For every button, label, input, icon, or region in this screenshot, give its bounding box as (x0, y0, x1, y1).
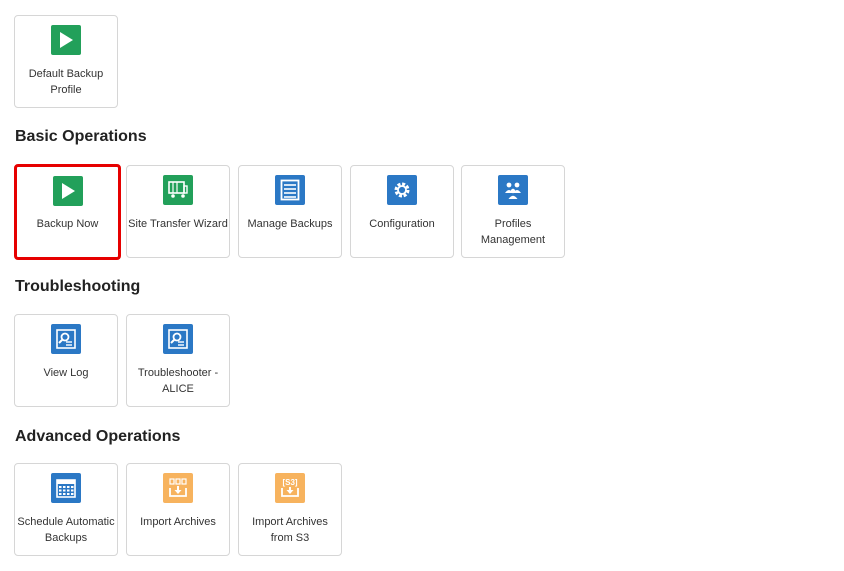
default-backup-profile-button[interactable]: Default Backup Profile (14, 15, 118, 108)
tile-label: Site Transfer Wizard (128, 218, 228, 230)
import-icon (163, 473, 193, 503)
configuration-button[interactable]: Configuration (350, 165, 454, 258)
calendar-icon (51, 473, 81, 503)
tile-label: Schedule Automatic Backups (17, 516, 115, 544)
import-archives-button[interactable]: Import Archives (126, 463, 230, 556)
tile-label: Configuration (369, 218, 435, 230)
section-heading-basic-operations: Basic Operations (15, 128, 147, 145)
tile-label: Backup Now (36, 218, 99, 230)
manage-backups-button[interactable]: Manage Backups (238, 165, 342, 258)
import-s3-icon: [S3] (275, 473, 305, 503)
tile-label: Manage Backups (247, 218, 333, 230)
schedule-automatic-backups-button[interactable]: Schedule Automatic Backups (14, 463, 118, 556)
svg-text:[S3]: [S3] (282, 478, 297, 487)
list-icon (275, 175, 305, 205)
tile-label: View Log (43, 367, 89, 379)
users-icon (498, 175, 528, 205)
tile-label: Profiles Management (480, 218, 546, 246)
truck-icon (163, 175, 193, 205)
section-heading-troubleshooting: Troubleshooting (15, 278, 141, 295)
tile-label: Import Archives (140, 516, 216, 528)
site-transfer-wizard-button[interactable]: Site Transfer Wizard (126, 165, 230, 258)
backup-now-button[interactable]: Backup Now (14, 164, 121, 260)
section-heading-advanced-operations: Advanced Operations (15, 428, 181, 445)
profiles-management-button[interactable]: Profiles Management (461, 165, 565, 258)
view-log-button[interactable]: View Log (14, 314, 118, 407)
tile-label: Default Backup Profile (28, 68, 104, 96)
troubleshooter-alice-button[interactable]: Troubleshooter - ALICE (126, 314, 230, 407)
import-archives-from-s3-button[interactable]: [S3] Import Archives from S3 (238, 463, 342, 556)
log-search-icon (51, 324, 81, 354)
play-icon (51, 25, 81, 55)
gear-icon (387, 175, 417, 205)
tile-label: Troubleshooter - ALICE (137, 367, 219, 395)
play-icon (52, 176, 83, 206)
tile-label: Import Archives from S3 (252, 516, 328, 544)
log-search-icon (163, 324, 193, 354)
